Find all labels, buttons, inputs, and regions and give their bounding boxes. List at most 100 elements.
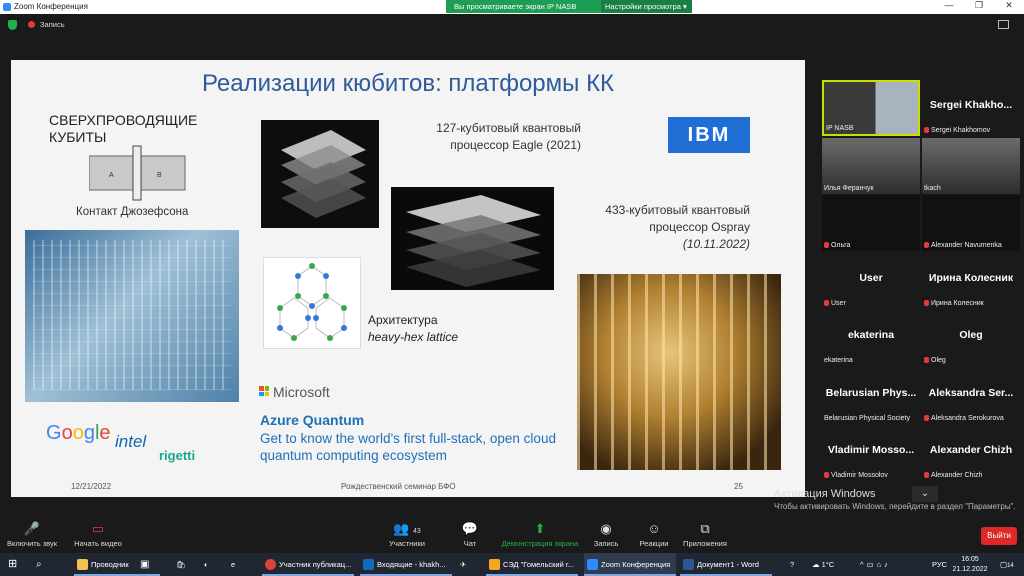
leave-button[interactable]: Выйти bbox=[981, 527, 1017, 545]
chat-button[interactable]: 💬 Чат bbox=[452, 516, 488, 553]
ie-icon[interactable]: e bbox=[231, 553, 247, 576]
recording-dot-icon bbox=[28, 21, 35, 28]
eagle-caption-line1: 127-кубитовый квантовый bbox=[436, 121, 581, 135]
clock-date: 21.12.2022 bbox=[952, 566, 988, 573]
architecture-line1: Архитектура bbox=[368, 313, 438, 327]
participant-tile[interactable]: Aleksandra Ser... Aleksandra Serokurova bbox=[922, 367, 1020, 424]
edge-icon[interactable]: ◐ bbox=[204, 553, 220, 576]
notification-count: 14 bbox=[1007, 563, 1014, 569]
participant-display-name: Sergei Khakho... bbox=[929, 99, 1013, 111]
participant-name-label: Vladimir Mossolov bbox=[824, 472, 888, 479]
reactions-button[interactable]: ☺ Реакции bbox=[636, 516, 672, 553]
taskbar-zoom[interactable]: Zoom Конференция bbox=[584, 553, 676, 576]
muted-mic-icon bbox=[824, 242, 829, 249]
participant-name-label: Илья Феранчук bbox=[824, 184, 874, 192]
zoom-app-icon bbox=[3, 3, 11, 11]
participant-tile[interactable]: Ирина Колесник Ирина Колесник bbox=[922, 252, 1020, 309]
record-icon: ◉ bbox=[600, 521, 612, 536]
participant-tile[interactable]: Oleg Oleg bbox=[922, 310, 1020, 366]
share-screen-button[interactable]: ⬆ Демонстрация экрана bbox=[498, 516, 582, 553]
security-shield-icon[interactable] bbox=[8, 20, 17, 30]
participant-tile[interactable]: Vladimir Mosso... Vladimir Mossolov bbox=[822, 425, 920, 481]
taskbar-explorer[interactable]: Проводник bbox=[74, 553, 160, 576]
participants-button[interactable]: 👥 43 Участники bbox=[382, 516, 432, 553]
taskbar-sed-label: СЭД "Гомельский г... bbox=[503, 560, 574, 569]
taskbar-outlook[interactable]: Входящие - khakh... bbox=[360, 553, 452, 576]
eagle-processor-image bbox=[261, 120, 379, 228]
help-icon[interactable]: ? bbox=[790, 553, 806, 576]
participant-display-name: Alexander Chizh bbox=[929, 444, 1013, 456]
reactions-label: Реакции bbox=[639, 539, 669, 548]
unmute-button[interactable]: 🎤 Включить звук bbox=[4, 516, 60, 553]
participant-tile[interactable]: Sergei Khakho... Sergei Khakhomov bbox=[922, 80, 1020, 136]
window-title: Zoom Конференция bbox=[14, 2, 88, 11]
participant-tile[interactable]: Ольга bbox=[822, 195, 920, 251]
taskbar-explorer-label: Проводник bbox=[91, 560, 129, 569]
participants-icon: 👥 43 bbox=[393, 521, 421, 536]
apps-label: Приложения bbox=[683, 539, 727, 548]
intel-logo: intel bbox=[115, 432, 147, 451]
participant-name-label: Aleksandra Serokurova bbox=[924, 415, 1004, 422]
reactions-icon: ☺ bbox=[647, 521, 661, 536]
start-icon[interactable]: ⊞ bbox=[8, 553, 24, 576]
apps-button[interactable]: ⧉ Приложения bbox=[680, 516, 730, 553]
minimize-icon[interactable]: — bbox=[934, 0, 964, 10]
participant-tile[interactable]: Alexander Navumenka bbox=[922, 195, 1020, 251]
participant-name-label: Alexander Navumenka bbox=[924, 242, 1002, 249]
folder-icon bbox=[77, 559, 88, 570]
muted-mic-icon bbox=[924, 127, 929, 134]
close-icon[interactable]: ✕ bbox=[994, 0, 1024, 11]
store-icon[interactable]: 🛍 bbox=[176, 553, 192, 576]
participant-tile[interactable]: IP NASB bbox=[822, 80, 920, 136]
josephson-label: Контакт Джозефсона bbox=[76, 206, 189, 218]
eagle-caption: 127-кубитовый квантовый процессор Eagle … bbox=[411, 120, 581, 154]
participant-tile[interactable]: Илья Феранчук bbox=[822, 137, 920, 194]
weather-widget[interactable]: ☁ 1°C bbox=[812, 553, 852, 576]
participant-tile[interactable]: ekaterina ekaterina bbox=[822, 310, 920, 366]
participant-name-label: Belarusian Physical Society bbox=[824, 414, 910, 422]
azure-quantum-title: Azure Quantum bbox=[260, 412, 365, 428]
taskbar-sed[interactable]: СЭД "Гомельский г... bbox=[486, 553, 578, 576]
record-button[interactable]: ◉ Запись bbox=[588, 516, 624, 553]
weather-temp: 1°C bbox=[821, 560, 835, 569]
participant-tile[interactable]: Alexander Chizh Alexander Chizh bbox=[922, 425, 1020, 481]
gallery-view-icon[interactable] bbox=[998, 20, 1009, 29]
start-video-button[interactable]: ▭ Начать видео bbox=[70, 516, 126, 553]
participant-name-label: Ирина Колесник bbox=[924, 300, 984, 307]
hide-panel-chevron-icon[interactable]: ⌄ bbox=[912, 486, 938, 502]
participant-display-name: Belarusian Phys... bbox=[825, 386, 917, 399]
shared-slide: Реализации кюбитов: платформы КК СВЕРХПР… bbox=[11, 60, 805, 497]
apps-icon: ⧉ bbox=[700, 521, 710, 536]
qubit-chip-photo bbox=[25, 230, 239, 402]
taskbar-clock[interactable]: 16:05 21.12.2022 bbox=[950, 553, 990, 576]
windows-activation-watermark: Активация Windows Чтобы активировать Win… bbox=[774, 488, 1024, 512]
taskbar-word[interactable]: Документ1 - Word bbox=[680, 553, 772, 576]
muted-mic-icon bbox=[824, 299, 829, 306]
muted-mic-icon bbox=[924, 299, 929, 306]
activation-subtitle: Чтобы активировать Windows, перейдите в … bbox=[774, 502, 1016, 511]
osprey-caption-line1: 433-кубитовый квантовый bbox=[605, 203, 750, 217]
language-indicator[interactable]: РУС bbox=[932, 553, 950, 576]
participant-name-label: tkach bbox=[924, 184, 941, 192]
search-icon[interactable]: ⌕ bbox=[36, 553, 52, 576]
view-options-button[interactable]: Настройки просмотра ▾ bbox=[601, 0, 692, 13]
taskbar-chrome[interactable]: Участник публикац... bbox=[262, 553, 354, 576]
participant-tile[interactable]: User User bbox=[822, 252, 920, 309]
architecture-caption: Архитектура heavy-hex lattice bbox=[368, 312, 458, 346]
telegram-icon[interactable]: ✈ bbox=[460, 553, 476, 576]
superconducting-heading: СВЕРХПРОВОДЯЩИЕ КУБИТЫ bbox=[49, 112, 198, 145]
record-label: Запись bbox=[593, 539, 619, 548]
word-icon bbox=[683, 559, 694, 570]
participant-display-name: ekaterina bbox=[847, 329, 895, 341]
muted-mic-icon bbox=[924, 414, 929, 421]
participant-tile[interactable]: tkach bbox=[922, 137, 1020, 194]
participant-display-name: Oleg bbox=[959, 329, 983, 341]
participant-display-name: Ирина Колесник bbox=[928, 271, 1014, 284]
slide-number: 25 bbox=[734, 482, 743, 491]
meeting-toolbar: 🎤 Включить звук ▭ Начать видео 👥 43 Учас… bbox=[0, 516, 1024, 553]
notification-badge[interactable]: ▢14 bbox=[1000, 553, 1018, 576]
share-banner: Вы просматриваете экран IP NASB Настройк… bbox=[446, 0, 692, 13]
maximize-icon[interactable]: ❐ bbox=[964, 0, 994, 11]
participant-tile[interactable]: Belarusian Phys... Belarusian Physical So… bbox=[822, 367, 920, 424]
tray-icons[interactable]: ^▭⌂♪ bbox=[860, 553, 930, 576]
